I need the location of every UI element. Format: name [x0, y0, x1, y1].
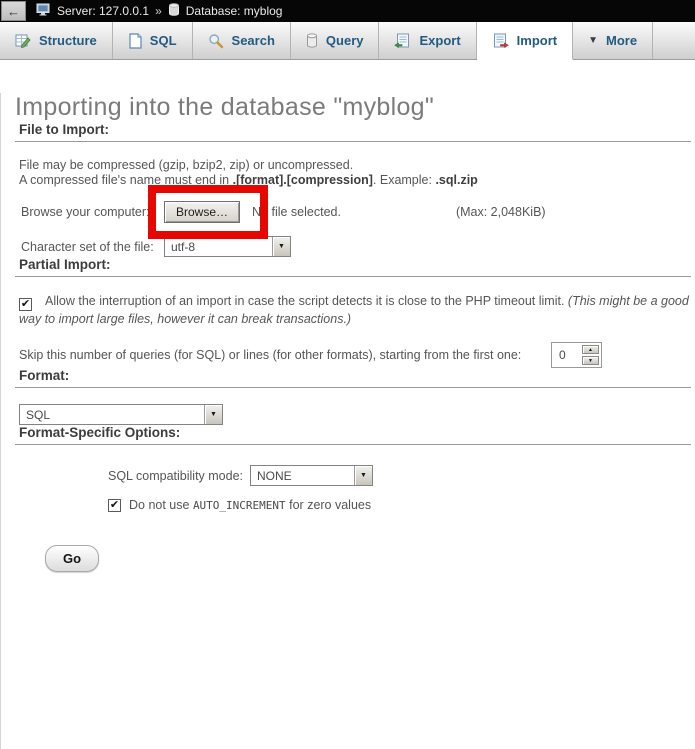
- allow-interruption-row: ✔ Allow the interruption of an import in …: [19, 293, 689, 328]
- charset-select[interactable]: utf-8 ▼: [164, 236, 291, 257]
- format-compression-pattern: .[format].[compression]: [233, 173, 373, 187]
- import-icon: [492, 33, 509, 49]
- sql-compatibility-value: NONE: [251, 466, 354, 485]
- search-icon: [208, 33, 224, 49]
- sql-icon: [128, 33, 142, 49]
- tab-label: Query: [326, 33, 364, 48]
- query-icon: [306, 33, 318, 48]
- spinner-down-icon[interactable]: ▼: [582, 356, 599, 365]
- tab-label: Export: [419, 33, 460, 48]
- tab-structure[interactable]: Structure: [0, 22, 113, 59]
- sql-compatibility-row: SQL compatibility mode: NONE ▼: [15, 465, 691, 486]
- charset-row: Character set of the file: utf-8 ▼: [21, 236, 691, 257]
- auto-increment-row: ✔ Do not use AUTO_INCREMENT for zero val…: [15, 498, 691, 512]
- tab-search[interactable]: Search: [193, 22, 291, 59]
- breadcrumb: Server: 127.0.0.1 » Database: myblog: [36, 3, 282, 19]
- no-file-selected-text: No file selected.: [252, 205, 341, 219]
- checkmark-icon: ✔: [21, 299, 30, 310]
- skip-queries-row: Skip this number of queries (for SQL) or…: [19, 342, 689, 368]
- tab-label: SQL: [150, 33, 177, 48]
- spinner-up-icon[interactable]: ▲: [582, 345, 599, 354]
- tab-label: Import: [517, 33, 557, 48]
- more-arrow-icon: ▼: [588, 35, 598, 46]
- tab-sql[interactable]: SQL: [113, 22, 193, 59]
- section-heading-partial-import: Partial Import:: [15, 257, 691, 277]
- back-arrow-icon: ←: [7, 4, 20, 19]
- allow-interruption-text: Allow the interruption of an import in c…: [45, 294, 568, 308]
- breadcrumb-database[interactable]: Database: myblog: [186, 4, 283, 18]
- tab-label: Structure: [39, 33, 97, 48]
- breadcrumb-bar: ← Server: 127.0.0.1 » Database: myblog: [0, 0, 695, 22]
- section-heading-file-to-import: File to Import:: [15, 122, 691, 142]
- auto-increment-checkbox[interactable]: ✔: [108, 499, 121, 512]
- browse-label: Browse your computer:: [21, 205, 164, 219]
- example-extension: .sql.zip: [435, 173, 477, 187]
- dropdown-arrow-icon[interactable]: ▼: [354, 466, 372, 485]
- charset-select-value: utf-8: [165, 237, 272, 256]
- skip-queries-stepper[interactable]: 0 ▲ ▼: [551, 342, 602, 368]
- charset-label: Character set of the file:: [21, 240, 164, 254]
- auto-increment-code: AUTO_INCREMENT: [193, 499, 286, 512]
- checkmark-icon: ✔: [110, 500, 119, 511]
- breadcrumb-separator: »: [155, 4, 162, 18]
- compression-note-line1: File may be compressed (gzip, bzip2, zip…: [19, 158, 691, 173]
- allow-interruption-checkbox[interactable]: ✔: [19, 298, 32, 311]
- page-title: Importing into the database "myblog": [15, 93, 691, 122]
- tab-import[interactable]: Import: [477, 22, 573, 60]
- export-icon: [394, 33, 411, 49]
- sql-compatibility-select[interactable]: NONE ▼: [250, 465, 373, 486]
- structure-icon: [15, 33, 31, 49]
- browse-button[interactable]: Browse…: [164, 201, 240, 223]
- format-select-value: SQL: [20, 405, 204, 424]
- skip-queries-value: 0: [554, 348, 582, 362]
- tab-label: More: [606, 33, 637, 48]
- breadcrumb-server[interactable]: Server: 127.0.0.1: [57, 4, 149, 18]
- browse-row: Browse your computer: Browse… No file se…: [21, 201, 691, 223]
- format-select[interactable]: SQL ▼: [19, 404, 223, 425]
- tab-export[interactable]: Export: [379, 22, 476, 59]
- database-icon: [168, 3, 180, 19]
- tab-query[interactable]: Query: [291, 22, 380, 59]
- section-heading-format-options: Format-Specific Options:: [15, 425, 691, 445]
- dropdown-arrow-icon[interactable]: ▼: [204, 405, 222, 424]
- tab-bar: Structure SQL Search Query Export Import…: [0, 22, 695, 60]
- tab-more[interactable]: ▼ More: [573, 22, 653, 59]
- tab-label: Search: [232, 33, 275, 48]
- go-button[interactable]: Go: [45, 545, 99, 572]
- import-page: Importing into the database "myblog" Fil…: [0, 93, 695, 749]
- max-size-note: (Max: 2,048KiB): [456, 205, 546, 219]
- skip-queries-label: Skip this number of queries (for SQL) or…: [19, 348, 527, 363]
- back-button[interactable]: ←: [1, 1, 26, 21]
- dropdown-arrow-icon[interactable]: ▼: [272, 237, 290, 256]
- section-heading-format: Format:: [15, 368, 691, 388]
- compression-note-line2: A compressed file's name must end in .[f…: [19, 173, 691, 188]
- sql-compatibility-label: SQL compatibility mode:: [108, 469, 243, 483]
- auto-increment-text: Do not use AUTO_INCREMENT for zero value…: [129, 498, 371, 512]
- server-icon: [36, 3, 51, 19]
